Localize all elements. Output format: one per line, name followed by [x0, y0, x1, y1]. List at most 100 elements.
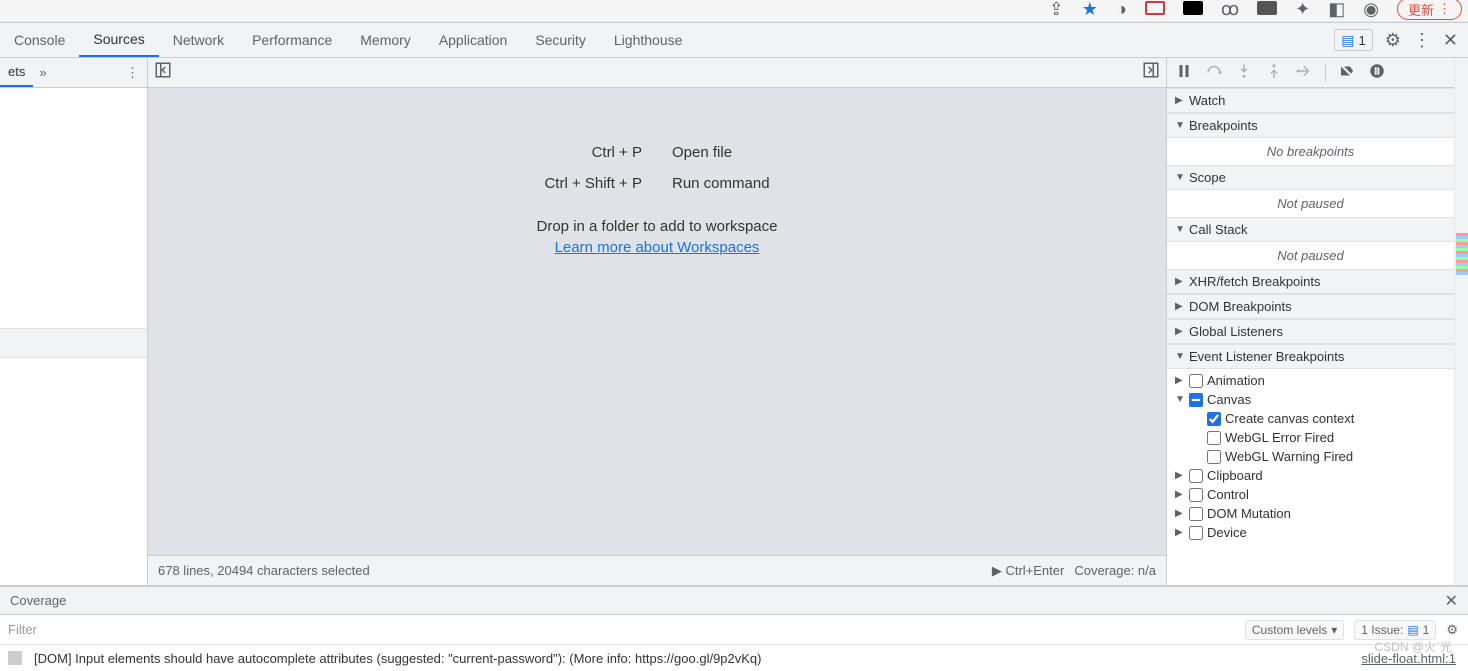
tab-lighthouse[interactable]: Lighthouse [600, 23, 697, 57]
shortcut-keys: Ctrl + P [544, 144, 642, 161]
drop-hint: Drop in a folder to add to workspace [537, 218, 778, 235]
shortcut-keys: Ctrl + Shift + P [544, 175, 642, 192]
toggle-navigator-icon[interactable] [154, 61, 172, 84]
navigator-pane: ets » ⋮ [0, 58, 148, 585]
evt-group-checkbox[interactable] [1189, 526, 1203, 540]
log-levels-dropdown[interactable]: Custom levels ▾ [1245, 620, 1344, 640]
drawer: Coverage ✕ Custom levels ▾ 1 Issue: ▤1 ⚙… [0, 585, 1468, 671]
tab-memory[interactable]: Memory [346, 23, 425, 57]
console-filter-input[interactable] [4, 618, 1245, 641]
tab-security[interactable]: Security [521, 23, 600, 57]
evt-group-checkbox[interactable] [1189, 393, 1203, 407]
step-over-icon[interactable] [1205, 62, 1223, 84]
drawer-tab-coverage[interactable]: Coverage [10, 593, 66, 608]
tab-application[interactable]: Application [425, 23, 522, 57]
pane-global-listeners[interactable]: ▶Global Listeners [1167, 319, 1454, 344]
tab-console[interactable]: Console [0, 23, 79, 57]
extension-icon[interactable]: ◑ [1116, 0, 1127, 20]
pane-event-listener-breakpoints[interactable]: ▼Event Listener Breakpoints [1167, 344, 1454, 369]
console-settings-gear-icon[interactable]: ⚙ [1446, 622, 1458, 638]
toggle-debugger-icon[interactable] [1142, 61, 1160, 84]
navigator-more-tabs-icon[interactable]: » [33, 65, 52, 80]
evt-group-checkbox[interactable] [1189, 469, 1203, 483]
evt-group-clipboard[interactable]: ▶Clipboard [1171, 466, 1450, 485]
issues-chip[interactable]: 1 Issue: ▤1 [1354, 620, 1436, 640]
share-icon[interactable]: ⇪ [1049, 0, 1064, 20]
pause-icon[interactable] [1175, 62, 1193, 84]
evt-group-checkbox[interactable] [1189, 374, 1203, 388]
learn-workspaces-link[interactable]: Learn more about Workspaces [555, 239, 760, 256]
debugger-toolbar [1167, 58, 1454, 88]
extension-icon[interactable]: ꝏ [1221, 0, 1239, 20]
extension-icon[interactable] [1183, 0, 1203, 20]
tab-network[interactable]: Network [159, 23, 238, 57]
console-message[interactable]: [DOM] Input elements should have autocom… [0, 645, 1468, 671]
browser-toolbar: ⇪ ★ ◑ ꝏ ✦ ◧ ◉ 更新⋮ [0, 0, 1468, 22]
chevron-down-icon: ▾ [1331, 623, 1337, 637]
evt-item-checkbox[interactable] [1207, 431, 1221, 445]
console-message-text: [DOM] Input elements should have autocom… [34, 651, 762, 666]
evt-item[interactable]: WebGL Warning Fired [1171, 447, 1450, 466]
run-snippet-button[interactable]: ▶ Ctrl+Enter [992, 563, 1065, 579]
step-into-icon[interactable] [1235, 62, 1253, 84]
evt-group-checkbox[interactable] [1189, 488, 1203, 502]
editor-toolbar [148, 58, 1166, 88]
selection-status: 678 lines, 20494 characters selected [158, 563, 370, 578]
breakpoints-empty: No breakpoints [1167, 138, 1454, 165]
pane-breakpoints[interactable]: ▼Breakpoints [1167, 113, 1454, 138]
extensions-puzzle-icon[interactable]: ✦ [1295, 0, 1310, 20]
navigator-kebab-icon[interactable]: ⋮ [118, 65, 147, 81]
close-icon[interactable]: ✕ [1443, 30, 1458, 51]
tab-sources[interactable]: Sources [79, 23, 158, 57]
message-icon: ▤ [1407, 623, 1418, 637]
evt-item-checkbox[interactable] [1207, 450, 1221, 464]
drawer-close-icon[interactable]: ✕ [1445, 591, 1458, 611]
update-button[interactable]: 更新⋮ [1397, 0, 1462, 20]
extension-icon[interactable] [1257, 0, 1277, 20]
pane-dom-breakpoints[interactable]: ▶DOM Breakpoints [1167, 294, 1454, 319]
editor-pane: Ctrl + P Open file Ctrl + Shift + P Run … [148, 58, 1166, 585]
navigator-tabs: ets » ⋮ [0, 58, 147, 88]
issues-chip[interactable]: ▤ 1 [1334, 29, 1372, 51]
evt-group-checkbox[interactable] [1189, 507, 1203, 521]
evt-item-checkbox[interactable] [1207, 412, 1221, 426]
evt-group-canvas[interactable]: ▼Canvas [1171, 390, 1450, 409]
minimap-indicator [1456, 233, 1468, 275]
extension-icon[interactable]: ◧ [1328, 0, 1345, 20]
extension-icon[interactable] [1145, 0, 1165, 20]
pane-xhr-breakpoints[interactable]: ▶XHR/fetch Breakpoints [1167, 269, 1454, 294]
evt-item[interactable]: Create canvas context [1171, 409, 1450, 428]
pane-scope[interactable]: ▼Scope [1167, 165, 1454, 190]
pane-call-stack[interactable]: ▼Call Stack [1167, 217, 1454, 242]
devtools-tab-strip: Console Sources Network Performance Memo… [0, 22, 1468, 58]
editor-status-bar: 678 lines, 20494 characters selected ▶ C… [148, 555, 1166, 585]
message-icon: ▤ [1341, 32, 1354, 49]
evt-group-dom-mutation[interactable]: ▶DOM Mutation [1171, 504, 1450, 523]
console-message-source[interactable]: slide-float.html:1 [1361, 651, 1456, 666]
step-out-icon[interactable] [1265, 62, 1283, 84]
profile-avatar-icon[interactable]: ◉ [1363, 0, 1379, 20]
evt-group-animation[interactable]: ▶Animation [1171, 371, 1450, 390]
scrollbar[interactable] [1454, 58, 1468, 585]
kebab-menu-icon[interactable]: ⋮ [1413, 30, 1431, 51]
bookmark-star-icon[interactable]: ★ [1082, 0, 1098, 20]
editor-empty-state: Ctrl + P Open file Ctrl + Shift + P Run … [148, 88, 1166, 555]
shortcut-action: Open file [672, 144, 770, 161]
evt-item[interactable]: WebGL Error Fired [1171, 428, 1450, 447]
settings-gear-icon[interactable]: ⚙ [1385, 30, 1401, 51]
pause-on-exceptions-icon[interactable] [1368, 62, 1386, 84]
message-level-icon [8, 651, 22, 665]
pane-watch[interactable]: ▶Watch [1167, 88, 1454, 113]
scope-not-paused: Not paused [1167, 190, 1454, 217]
callstack-not-paused: Not paused [1167, 242, 1454, 269]
navigator-empty-band [0, 328, 147, 358]
evt-group-control[interactable]: ▶Control [1171, 485, 1450, 504]
step-icon[interactable] [1295, 62, 1313, 84]
issues-count: 1 [1359, 33, 1366, 48]
evt-group-device[interactable]: ▶Device [1171, 523, 1450, 542]
shortcut-action: Run command [672, 175, 770, 192]
navigator-tab-snippets[interactable]: ets [0, 58, 33, 87]
deactivate-breakpoints-icon[interactable] [1338, 62, 1356, 84]
coverage-status: Coverage: n/a [1074, 563, 1156, 578]
tab-performance[interactable]: Performance [238, 23, 346, 57]
